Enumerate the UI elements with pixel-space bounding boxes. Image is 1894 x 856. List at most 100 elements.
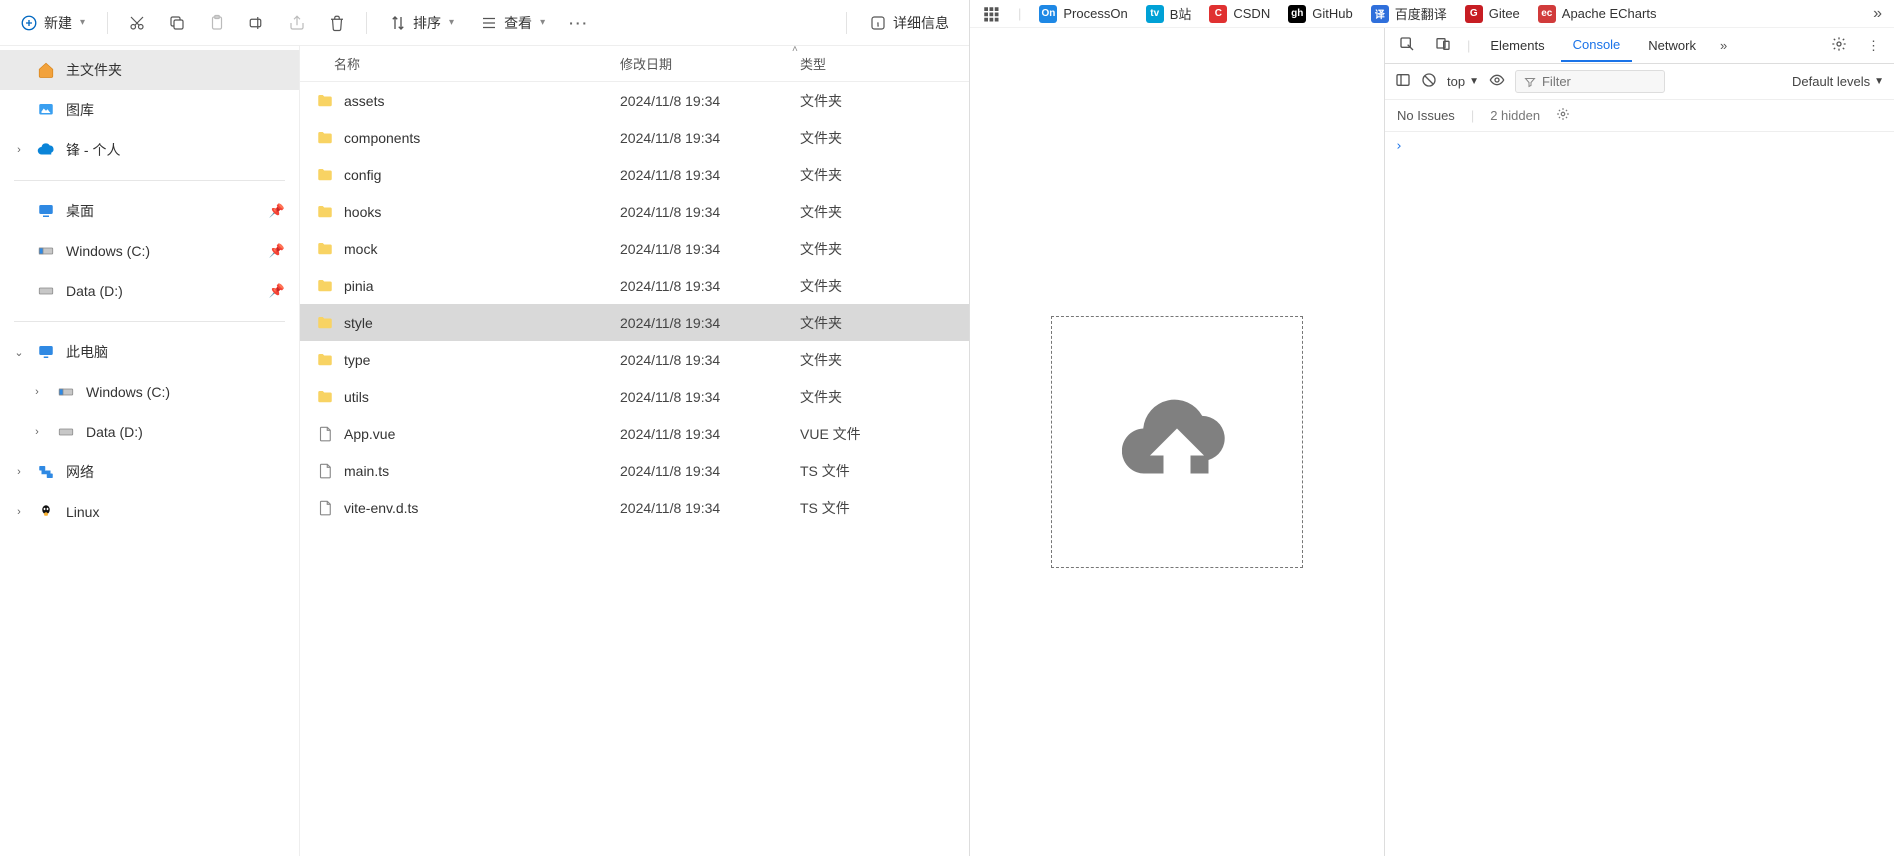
- bookmark-item[interactable]: ecApache ECharts: [1538, 4, 1657, 23]
- sidebar-item-onedrive[interactable]: › 锋 - 个人: [0, 130, 299, 170]
- settings-icon[interactable]: [1823, 30, 1855, 61]
- chevron-down-icon[interactable]: ⌄: [12, 346, 26, 359]
- bookmark-item[interactable]: 译百度翻译: [1371, 4, 1447, 23]
- sidebar-item-gallery[interactable]: 图库: [0, 90, 299, 130]
- file-row[interactable]: hooks2024/11/8 19:34文件夹: [300, 193, 969, 230]
- sort-icon: [389, 14, 407, 32]
- chevron-right-icon[interactable]: ›: [12, 466, 26, 478]
- upload-dropzone[interactable]: [1051, 316, 1303, 568]
- col-name[interactable]: 名称: [300, 54, 620, 73]
- paste-button[interactable]: [200, 8, 234, 38]
- chevron-down-icon: ▼: [1874, 76, 1884, 87]
- sidebar-item-drive-c[interactable]: Windows (C:) 📌: [0, 231, 299, 271]
- tab-network[interactable]: Network: [1636, 30, 1708, 61]
- sidebar-toggle-icon[interactable]: [1395, 72, 1411, 91]
- paste-icon: [208, 14, 226, 32]
- copy-button[interactable]: [160, 8, 194, 38]
- sidebar-item-home[interactable]: 主文件夹: [0, 50, 299, 90]
- file-icon: [316, 462, 334, 480]
- settings-small-icon[interactable]: [1556, 107, 1570, 124]
- file-date: 2024/11/8 19:34: [620, 463, 800, 479]
- live-expression-icon[interactable]: [1489, 72, 1505, 91]
- file-row[interactable]: App.vue2024/11/8 19:34VUE 文件: [300, 415, 969, 452]
- home-icon: [36, 60, 56, 80]
- tab-elements[interactable]: Elements: [1478, 30, 1556, 61]
- more-button[interactable]: ···: [561, 9, 597, 37]
- sort-button[interactable]: 排序 ▾: [379, 7, 464, 39]
- tabs-overflow-icon[interactable]: »: [1712, 32, 1735, 59]
- apps-grid-icon[interactable]: [982, 5, 1000, 23]
- pin-icon[interactable]: 📌: [269, 203, 285, 219]
- list-icon: [480, 14, 498, 32]
- file-name: type: [344, 352, 370, 368]
- bookmark-item[interactable]: GGitee: [1465, 4, 1520, 23]
- file-row[interactable]: vite-env.d.ts2024/11/8 19:34TS 文件: [300, 489, 969, 526]
- chevron-right-icon[interactable]: ›: [30, 386, 44, 398]
- file-list-header[interactable]: 名称 ˄ 修改日期 类型: [300, 46, 969, 82]
- new-label: 新建: [44, 13, 72, 33]
- sidebar-item-this-pc[interactable]: ⌄ 此电脑: [0, 332, 299, 372]
- new-button[interactable]: 新建 ▾: [10, 7, 95, 39]
- bookmark-item[interactable]: tvB站: [1146, 4, 1192, 23]
- chevron-right-icon[interactable]: ›: [12, 506, 26, 518]
- device-toggle-icon[interactable]: [1427, 30, 1459, 61]
- bookmark-item[interactable]: CCSDN: [1209, 4, 1270, 23]
- filter-input[interactable]: [1542, 74, 1642, 89]
- chevron-right-icon[interactable]: ›: [12, 144, 26, 156]
- sidebar-item-drive-d[interactable]: Data (D:) 📌: [0, 271, 299, 311]
- issues-label[interactable]: No Issues: [1397, 108, 1455, 123]
- file-type: 文件夹: [800, 91, 920, 111]
- file-name: mock: [344, 241, 377, 257]
- sidebar-item-network[interactable]: › 网络: [0, 452, 299, 492]
- share-button[interactable]: [280, 8, 314, 38]
- details-button[interactable]: 详细信息: [859, 7, 959, 39]
- delete-button[interactable]: [320, 8, 354, 38]
- filter-icon: [1524, 76, 1536, 88]
- file-name: config: [344, 167, 381, 183]
- sidebar-item-pc-drive-c[interactable]: › Windows (C:): [0, 372, 299, 412]
- pin-icon[interactable]: 📌: [269, 243, 285, 259]
- file-row[interactable]: assets2024/11/8 19:34文件夹: [300, 82, 969, 119]
- log-levels[interactable]: Default levels ▼: [1792, 74, 1884, 89]
- tab-console[interactable]: Console: [1561, 29, 1633, 62]
- bookmark-label: B站: [1170, 4, 1192, 23]
- file-row[interactable]: style2024/11/8 19:34文件夹: [300, 304, 969, 341]
- console-toolbar: top ▼ Default levels ▼: [1385, 64, 1894, 100]
- col-date[interactable]: 修改日期: [620, 54, 800, 73]
- clear-console-icon[interactable]: [1421, 72, 1437, 91]
- file-date: 2024/11/8 19:34: [620, 167, 800, 183]
- view-button[interactable]: 查看 ▾: [470, 7, 555, 39]
- sidebar-item-pc-drive-d[interactable]: › Data (D:): [0, 412, 299, 452]
- col-type[interactable]: 类型: [800, 54, 920, 73]
- file-row[interactable]: utils2024/11/8 19:34文件夹: [300, 378, 969, 415]
- sidebar-item-desktop[interactable]: 桌面 📌: [0, 191, 299, 231]
- pin-icon[interactable]: 📌: [269, 283, 285, 299]
- sidebar-item-label: Windows (C:): [66, 243, 150, 259]
- sidebar-item-label: 网络: [66, 462, 94, 482]
- hidden-count[interactable]: 2 hidden: [1490, 108, 1540, 123]
- file-name: style: [344, 315, 373, 331]
- cut-button[interactable]: [120, 8, 154, 38]
- context-selector[interactable]: top ▼: [1447, 74, 1479, 89]
- file-row[interactable]: main.ts2024/11/8 19:34TS 文件: [300, 452, 969, 489]
- file-row[interactable]: type2024/11/8 19:34文件夹: [300, 341, 969, 378]
- browser-pane: | OnProcessOntvB站CCSDNghGitHub译百度翻译GGite…: [970, 0, 1894, 856]
- drive-icon: [56, 382, 76, 402]
- bookmark-item[interactable]: ghGitHub: [1288, 4, 1352, 23]
- cloud-icon: [36, 140, 56, 160]
- separator: [366, 12, 367, 34]
- chevron-right-icon[interactable]: ›: [30, 426, 44, 438]
- file-row[interactable]: pinia2024/11/8 19:34文件夹: [300, 267, 969, 304]
- bookmarks-overflow-icon[interactable]: »: [1873, 5, 1882, 23]
- console-output[interactable]: ›: [1385, 132, 1894, 856]
- rename-button[interactable]: [240, 8, 274, 38]
- file-type: TS 文件: [800, 498, 920, 518]
- filter-box[interactable]: [1515, 70, 1665, 93]
- file-row[interactable]: components2024/11/8 19:34文件夹: [300, 119, 969, 156]
- file-row[interactable]: config2024/11/8 19:34文件夹: [300, 156, 969, 193]
- inspect-icon[interactable]: [1391, 30, 1423, 61]
- kebab-icon[interactable]: ⋮: [1859, 32, 1888, 60]
- bookmark-item[interactable]: OnProcessOn: [1039, 4, 1127, 23]
- sidebar-item-linux[interactable]: › Linux: [0, 492, 299, 532]
- file-row[interactable]: mock2024/11/8 19:34文件夹: [300, 230, 969, 267]
